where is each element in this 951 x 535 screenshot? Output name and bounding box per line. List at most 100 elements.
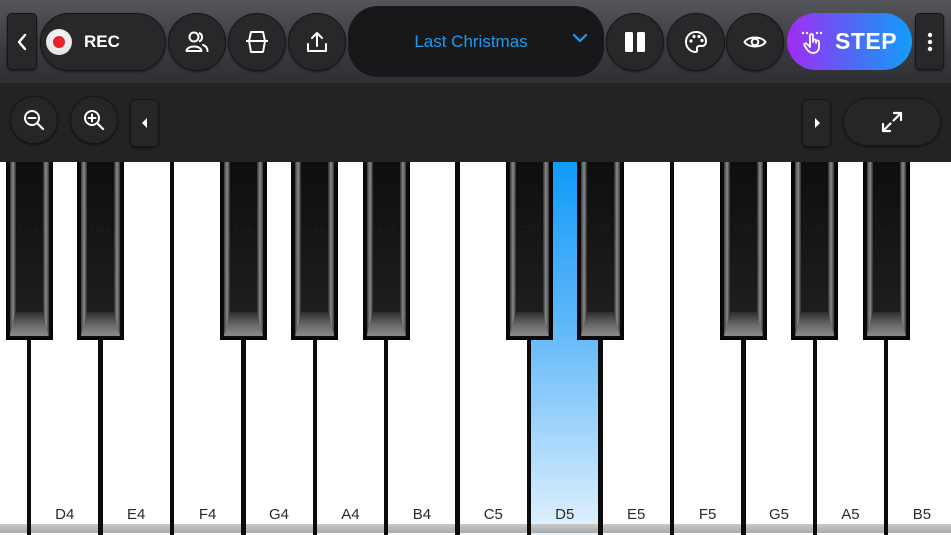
key-face (229, 162, 257, 314)
key-bottom-edge (531, 524, 599, 533)
key-bottom-edge (602, 524, 670, 533)
key-tip (795, 312, 834, 336)
expand-icon (881, 111, 903, 133)
step-mode-button[interactable]: STEP (787, 13, 912, 70)
pause-icon (625, 32, 645, 52)
key-bottom-edge (674, 524, 742, 533)
black-key-asharp4[interactable]: A#4 (362, 162, 410, 340)
key-label: A5 (841, 506, 860, 523)
key-label: E4 (126, 506, 146, 523)
key-label: D#5 (590, 224, 611, 236)
key-face (515, 162, 543, 314)
key-face (301, 162, 329, 314)
black-key-gsharp4[interactable]: G#4 (291, 162, 339, 340)
chevron-left-icon (17, 33, 27, 50)
key-tip (867, 312, 906, 336)
key-face (586, 162, 614, 314)
key-face (729, 162, 757, 314)
chevron-down-icon (572, 33, 588, 43)
key-label: F#4 (233, 224, 253, 236)
key-tip (295, 312, 334, 336)
caret-left-icon (141, 118, 147, 128)
key-bottom-edge (102, 524, 170, 533)
zoom-out-button[interactable] (10, 96, 58, 144)
eye-icon (743, 36, 767, 48)
key-label: F5 (698, 506, 717, 523)
key-face (801, 162, 829, 314)
black-key-dsharp4[interactable]: D#4 (76, 162, 124, 340)
key-face (86, 162, 114, 314)
black-key-fsharp5[interactable]: F#5 (719, 162, 767, 340)
black-key-gsharp5[interactable]: G#5 (791, 162, 839, 340)
key-label: B5 (912, 506, 932, 523)
record-icon (46, 29, 72, 55)
key-face (15, 162, 43, 314)
theme-button[interactable] (667, 13, 725, 71)
key-label: B4 (412, 506, 432, 523)
key-face (372, 162, 400, 314)
black-key-csharp4[interactable]: C#4 (5, 162, 53, 340)
view-button[interactable] (726, 13, 784, 71)
key-bottom-edge (745, 524, 813, 533)
piano-keyboard: 4 D4 E4 F4 G4 A4 B4 C5 D5 E5 F5 G5 A5 B5 C#4 D#4 F#4 G#4 A… (0, 162, 951, 535)
key-bottom-edge (888, 524, 951, 533)
key-label: F#5 (733, 224, 753, 236)
key-tip (10, 312, 49, 336)
key-label: D4 (55, 506, 75, 523)
metronome-button[interactable] (228, 13, 286, 71)
palette-icon (685, 31, 707, 53)
key-bottom-edge (388, 524, 456, 533)
scroll-right-button[interactable] (802, 99, 831, 147)
more-vertical-icon (927, 32, 932, 51)
key-bottom-edge (245, 524, 313, 533)
share-button[interactable] (288, 13, 346, 71)
zoom-in-button[interactable] (70, 96, 118, 144)
key-tip (224, 312, 263, 336)
top-toolbar: REC Last Christmas STEP (0, 0, 951, 83)
key-label: F4 (198, 506, 217, 523)
tap-hand-icon (801, 31, 823, 54)
zoom-in-icon (84, 110, 105, 131)
zoom-out-icon (24, 110, 45, 131)
record-button[interactable]: REC (40, 13, 166, 71)
record-label: REC (84, 32, 120, 51)
key-bottom-edge (316, 524, 384, 533)
key-bottom-edge (459, 524, 527, 533)
key-label: C#5 (518, 224, 540, 236)
keyboard-navigator (0, 83, 951, 234)
song-selector[interactable]: Last Christmas (348, 6, 604, 77)
more-button[interactable] (915, 13, 944, 70)
key-label: A4 (341, 506, 360, 523)
duet-button[interactable] (168, 13, 226, 71)
black-key-dsharp5[interactable]: D#5 (576, 162, 624, 340)
users-icon (185, 31, 209, 52)
black-key-csharp5[interactable]: C#5 (505, 162, 553, 340)
key-tip (724, 312, 763, 336)
key-tip (81, 312, 120, 336)
key-label: G#5 (804, 224, 826, 236)
upload-icon (307, 32, 327, 52)
key-bottom-edge (31, 524, 99, 533)
back-button[interactable] (7, 13, 37, 70)
key-label: A#4 (376, 224, 396, 236)
scroll-left-button[interactable] (130, 99, 159, 147)
key-label: E5 (626, 506, 646, 523)
pause-button[interactable] (606, 13, 664, 71)
step-label: STEP (835, 28, 898, 54)
key-label: G#4 (304, 224, 326, 236)
key-bottom-edge (0, 524, 27, 533)
key-label: A#5 (876, 224, 896, 236)
caret-right-icon (814, 118, 820, 128)
key-bottom-edge (174, 524, 242, 533)
song-title: Last Christmas (414, 31, 528, 51)
key-label: G4 (269, 506, 290, 523)
metronome-icon (246, 31, 268, 53)
fullscreen-button[interactable] (843, 98, 941, 146)
key-label: D5 (555, 506, 575, 523)
black-key-asharp5[interactable]: A#5 (862, 162, 910, 340)
key-label: C#4 (18, 224, 40, 236)
key-tip (367, 312, 406, 336)
key-bottom-edge (816, 524, 884, 533)
key-tip (581, 312, 620, 336)
black-key-fsharp4[interactable]: F#4 (219, 162, 267, 340)
